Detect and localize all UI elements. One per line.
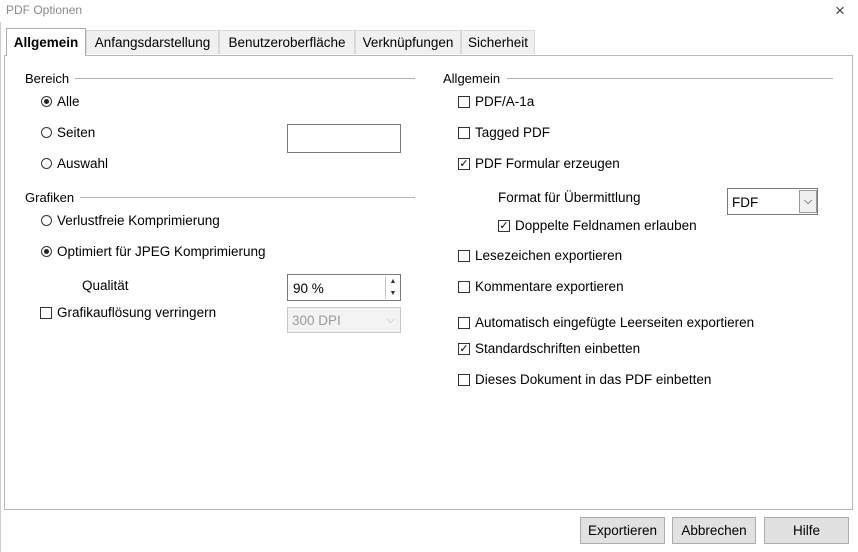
export-button[interactable]: Exportieren [580, 517, 665, 544]
label-pdf-form: PDF Formular erzeugen [475, 156, 620, 171]
tab-sicherheit[interactable]: Sicherheit [461, 30, 535, 54]
section-divider [507, 78, 833, 79]
radio-alle[interactable] [41, 96, 52, 107]
section-divider [75, 78, 415, 79]
checkbox-pdfa[interactable] [458, 96, 470, 108]
section-heading-bereich: Bereich [25, 71, 70, 86]
section-heading-grafiken: Grafiken [25, 190, 75, 205]
checkbox-bookmarks[interactable] [458, 250, 470, 262]
tab-verknuepfungen[interactable]: Verknüpfungen [355, 30, 461, 54]
window-border [0, 22, 1, 552]
radio-auswahl[interactable] [41, 158, 52, 169]
window-title: PDF Optionen [6, 3, 83, 17]
label-blank-pages: Automatisch eingefügte Leerseiten export… [475, 315, 755, 330]
checkbox-reduce-resolution[interactable] [40, 307, 52, 319]
format-value: FDF [732, 195, 759, 210]
close-icon[interactable]: × [829, 0, 851, 22]
checkbox-tagged-pdf[interactable] [458, 127, 470, 139]
title-bar [0, 0, 858, 22]
pages-input[interactable] [287, 124, 401, 153]
checkbox-duplicate-fields[interactable]: ✓ [498, 220, 510, 232]
label-reduce-resolution: Grafikauflösung verringern [57, 305, 217, 320]
dpi-value: 300 DPI [292, 313, 341, 328]
label-bookmarks: Lesezeichen exportieren [475, 248, 623, 263]
chevron-down-icon[interactable]: ⌵ [799, 190, 817, 213]
label-comments: Kommentare exportieren [475, 279, 624, 294]
label-tagged-pdf: Tagged PDF [475, 125, 551, 140]
spin-buttons: ▲ ▼ [385, 276, 399, 299]
label-seiten: Seiten [57, 125, 96, 140]
checkbox-embed-fonts[interactable]: ✓ [458, 343, 470, 355]
label-embed-fonts: Standardschriften einbetten [475, 341, 641, 356]
dpi-select: 300 DPI ⌵ [287, 307, 401, 333]
label-alle: Alle [57, 94, 80, 109]
label-lossless: Verlustfreie Komprimierung [57, 213, 220, 228]
chevron-down-icon: ⌵ [386, 314, 395, 326]
checkbox-comments[interactable] [458, 281, 470, 293]
radio-lossless[interactable] [41, 215, 52, 226]
radio-jpeg[interactable] [41, 246, 52, 257]
section-divider [80, 197, 415, 198]
spin-down-icon[interactable]: ▼ [386, 288, 400, 299]
section-heading-allgemein: Allgemein [443, 71, 501, 86]
tab-anfangsdarstellung[interactable]: Anfangsdarstellung [86, 30, 219, 54]
tab-panel [4, 55, 853, 510]
label-pdfa: PDF/A-1a [475, 94, 535, 109]
label-duplicate-fields: Doppelte Feldnamen erlauben [515, 218, 697, 233]
tab-allgemein[interactable]: Allgemein [6, 28, 86, 56]
format-select[interactable]: FDF ⌵ [727, 188, 818, 215]
label-auswahl: Auswahl [57, 156, 109, 171]
label-embed-document: Dieses Dokument in das PDF einbetten [475, 372, 712, 387]
radio-seiten[interactable] [41, 127, 52, 138]
label-jpeg: Optimiert für JPEG Komprimierung [57, 244, 266, 259]
help-button[interactable]: Hilfe [764, 517, 849, 544]
label-quality: Qualität [82, 278, 129, 293]
label-format: Format für Übermittlung [498, 190, 641, 205]
quality-value: 90 % [293, 281, 324, 296]
quality-spinner[interactable]: 90 % ▲ ▼ [287, 274, 401, 301]
checkbox-embed-document[interactable] [458, 374, 470, 386]
tab-benutzeroberflaeche[interactable]: Benutzeroberfläche [219, 30, 355, 54]
spin-up-icon[interactable]: ▲ [386, 276, 400, 287]
checkbox-blank-pages[interactable] [458, 317, 470, 329]
checkbox-pdf-form[interactable]: ✓ [458, 158, 470, 170]
cancel-button[interactable]: Abbrechen [672, 517, 756, 544]
